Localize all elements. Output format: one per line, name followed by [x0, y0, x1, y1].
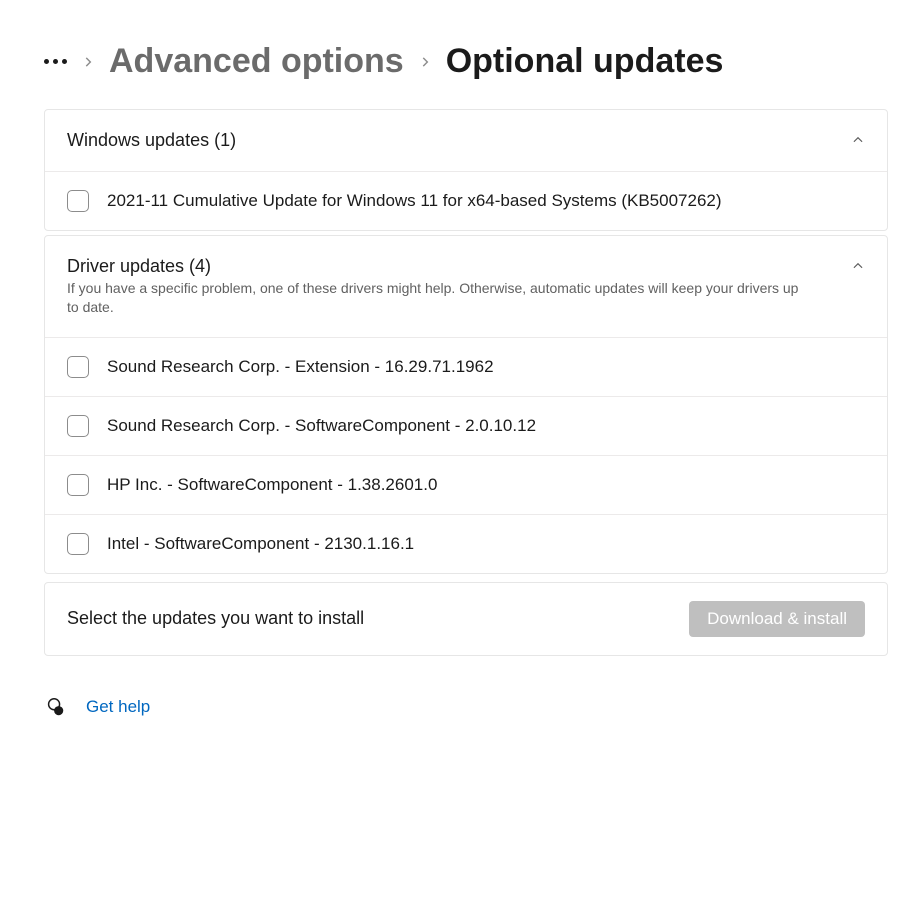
download-install-button[interactable]: Download & install [689, 601, 865, 637]
svg-text:?: ? [57, 708, 61, 715]
update-label: 2021-11 Cumulative Update for Windows 11… [107, 191, 722, 211]
windows-updates-section: Windows updates (1) 2021-11 Cumulative U… [44, 109, 888, 231]
window-titlebar [0, 0, 902, 10]
chevron-right-icon [81, 55, 95, 69]
chevron-up-icon [851, 133, 865, 147]
breadcrumb-ellipsis[interactable] [44, 59, 67, 64]
action-hint: Select the updates you want to install [67, 608, 364, 629]
update-label: HP Inc. - SoftwareComponent - 1.38.2601.… [107, 475, 437, 495]
driver-updates-section: Driver updates (4) If you have a specifi… [44, 235, 888, 574]
windows-updates-header[interactable]: Windows updates (1) [45, 110, 887, 171]
update-item[interactable]: Sound Research Corp. - Extension - 16.29… [45, 337, 887, 396]
section-title: Driver updates (4) [67, 256, 833, 277]
chevron-right-icon [418, 55, 432, 69]
update-label: Sound Research Corp. - Extension - 16.29… [107, 357, 494, 377]
update-label: Intel - SoftwareComponent - 2130.1.16.1 [107, 534, 414, 554]
update-item[interactable]: 2021-11 Cumulative Update for Windows 11… [45, 171, 887, 230]
update-item[interactable]: Sound Research Corp. - SoftwareComponent… [45, 396, 887, 455]
update-checkbox[interactable] [67, 474, 89, 496]
breadcrumb: Advanced options Optional updates [44, 42, 888, 81]
driver-updates-header[interactable]: Driver updates (4) If you have a specifi… [45, 236, 887, 337]
section-title: Windows updates (1) [67, 130, 833, 151]
help-icon: ? [44, 696, 66, 718]
breadcrumb-current: Optional updates [446, 42, 724, 81]
get-help-link[interactable]: Get help [86, 697, 150, 717]
section-subtitle: If you have a specific problem, one of t… [67, 279, 807, 317]
breadcrumb-prev[interactable]: Advanced options [109, 42, 404, 81]
content-area: Advanced options Optional updates Window… [0, 10, 902, 718]
update-checkbox[interactable] [67, 533, 89, 555]
help-row: ? Get help [44, 696, 888, 718]
update-item[interactable]: HP Inc. - SoftwareComponent - 1.38.2601.… [45, 455, 887, 514]
update-item[interactable]: Intel - SoftwareComponent - 2130.1.16.1 [45, 514, 887, 573]
update-checkbox[interactable] [67, 190, 89, 212]
update-checkbox[interactable] [67, 415, 89, 437]
action-bar: Select the updates you want to install D… [44, 582, 888, 656]
chevron-up-icon [851, 259, 865, 273]
update-checkbox[interactable] [67, 356, 89, 378]
update-label: Sound Research Corp. - SoftwareComponent… [107, 416, 536, 436]
